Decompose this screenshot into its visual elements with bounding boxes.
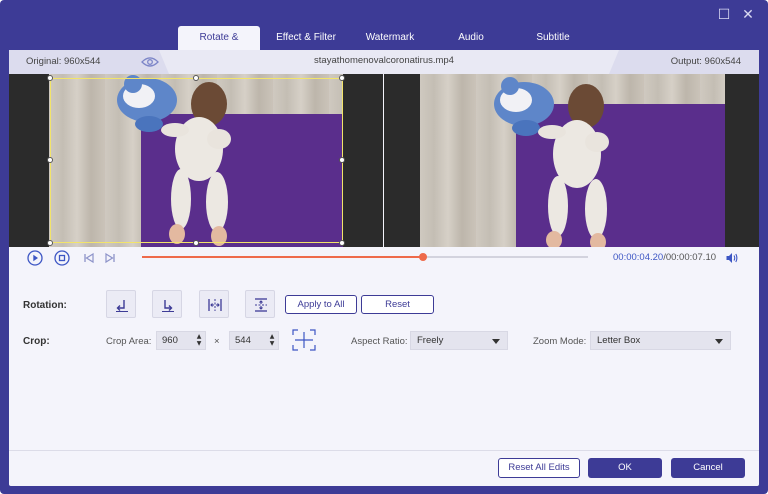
output-size-label: Output: 960x544 [609, 50, 759, 74]
volume-icon[interactable] [725, 251, 739, 265]
rotate-left-icon [116, 300, 128, 312]
tab-bar: Rotate & Crop Effect & Filter Watermark … [178, 26, 592, 67]
rotate-left-button[interactable] [106, 290, 136, 318]
current-time: 00:00:04.20 [613, 252, 664, 263]
crop-width-value: 960 [162, 335, 178, 346]
progress-handle[interactable] [418, 253, 427, 261]
crop-height-value: 544 [235, 335, 251, 346]
chevron-down-icon [492, 339, 500, 344]
play-icon[interactable] [27, 250, 43, 266]
footer-divider [9, 450, 759, 451]
previous-frame-icon[interactable] [81, 250, 97, 266]
playback-bar: 00:00:04.20/00:00:07.10 [9, 247, 759, 271]
info-bar: Original: 960x544 stayathomenovalcoronat… [9, 50, 759, 74]
rotate-right-icon [162, 300, 174, 312]
flip-horizontal-icon [208, 299, 222, 311]
crop-handle[interactable] [193, 240, 199, 246]
reset-all-edits-button[interactable]: Reset All Edits [498, 458, 580, 478]
output-video-frame [420, 74, 725, 247]
crop-frame[interactable] [50, 78, 343, 243]
crop-handle[interactable] [47, 157, 53, 163]
flip-vertical-icon [255, 298, 267, 312]
crop-times-sign: × [214, 336, 220, 347]
total-time: /00:00:07.10 [663, 252, 717, 263]
crop-width-input[interactable]: 960 ▲ ▼ [156, 331, 206, 350]
output-preview [384, 74, 759, 247]
rotation-reset-button[interactable]: Reset [361, 295, 434, 314]
next-frame-icon[interactable] [102, 250, 118, 266]
time-display: 00:00:04.20/00:00:07.10 [613, 252, 716, 263]
tab-watermark[interactable]: Watermark [352, 26, 428, 50]
aspect-ratio-select[interactable]: Freely [410, 331, 508, 350]
editor-window: ☐ ✕ Rotate & Crop Effect & Filter Waterm… [0, 0, 768, 494]
zoom-mode-select[interactable]: Letter Box [590, 331, 731, 350]
chevron-down-icon [715, 339, 723, 344]
rotate-right-button[interactable] [152, 290, 182, 318]
cancel-button[interactable]: Cancel [671, 458, 745, 478]
spinner-arrows-icon[interactable]: ▲ ▼ [268, 333, 276, 348]
crop-handle[interactable] [47, 75, 53, 81]
ok-button[interactable]: OK [588, 458, 662, 478]
crop-height-input[interactable]: 544 ▲ ▼ [229, 331, 279, 350]
flip-horizontal-button[interactable] [199, 290, 229, 318]
aspect-ratio-label: Aspect Ratio: [351, 336, 408, 347]
close-icon[interactable]: ✕ [738, 6, 758, 24]
edit-panel: Original: 960x544 stayathomenovalcoronat… [9, 50, 759, 486]
center-crop-icon[interactable] [291, 328, 317, 352]
aspect-ratio-value: Freely [417, 335, 444, 346]
tab-effect-filter[interactable]: Effect & Filter [260, 26, 352, 50]
crop-area-label: Crop Area: [106, 336, 152, 347]
spinner-arrows-icon[interactable]: ▲ ▼ [195, 333, 203, 348]
crop-handle[interactable] [339, 75, 345, 81]
progress-track[interactable] [142, 253, 588, 261]
rotation-label: Rotation: [23, 300, 67, 311]
maximize-icon[interactable]: ☐ [714, 6, 734, 24]
progress-fill [142, 256, 423, 258]
apply-to-all-button[interactable]: Apply to All [285, 295, 357, 314]
zoom-mode-value: Letter Box [597, 335, 641, 346]
stop-icon[interactable] [54, 250, 70, 266]
tab-subtitle[interactable]: Subtitle [514, 26, 592, 50]
flip-vertical-button[interactable] [245, 290, 275, 318]
original-preview [9, 74, 384, 247]
crop-handle[interactable] [47, 240, 53, 246]
zoom-mode-label: Zoom Mode: [533, 336, 587, 347]
crop-handle[interactable] [339, 157, 345, 163]
tab-audio[interactable]: Audio [428, 26, 514, 50]
crop-label: Crop: [23, 336, 50, 347]
crop-handle[interactable] [193, 75, 199, 81]
crop-handle[interactable] [339, 240, 345, 246]
tab-rotate-crop[interactable]: Rotate & Crop [178, 26, 260, 67]
